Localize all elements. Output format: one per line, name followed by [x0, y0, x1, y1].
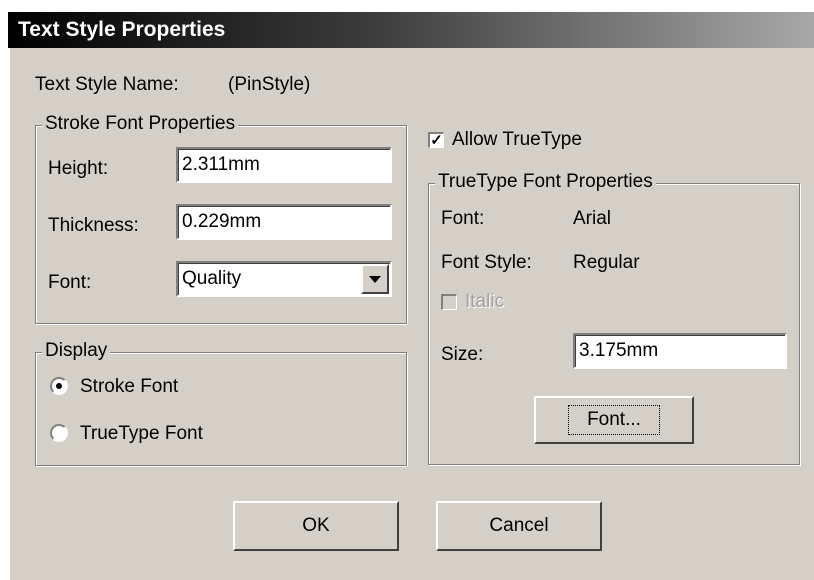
allow-truetype-checkbox[interactable]: ✓ [428, 132, 444, 148]
allow-truetype-label[interactable]: Allow TrueType [452, 129, 582, 151]
display-group [35, 352, 407, 466]
tt-font-style-value: Regular [573, 252, 640, 273]
radio-selected-dot [56, 383, 62, 389]
tt-size-input[interactable]: 3.175mm [573, 333, 787, 369]
tt-font-label: Font: [441, 208, 485, 229]
ok-button[interactable]: OK [233, 501, 399, 551]
truetype-font-legend: TrueType Font Properties [435, 171, 656, 193]
chevron-down-icon[interactable] [361, 264, 389, 294]
dialog-title: Text Style Properties [18, 18, 226, 41]
font-select-value: Quality [182, 268, 242, 289]
font-select[interactable]: Quality [176, 261, 392, 297]
style-name-label: Text Style Name: [35, 74, 179, 95]
height-label: Height: [48, 158, 109, 179]
stroke-font-radio[interactable] [50, 377, 68, 395]
display-legend: Display [42, 340, 111, 362]
height-input[interactable]: 2.311mm [176, 147, 392, 183]
stroke-font-radio-label[interactable]: Stroke Font [80, 376, 178, 398]
font-button-label: Font... [568, 405, 660, 435]
thickness-input[interactable]: 0.229mm [176, 204, 392, 240]
tt-size-label: Size: [441, 344, 484, 365]
tt-font-style-label: Font Style: [441, 252, 532, 273]
thickness-label: Thickness: [48, 215, 139, 236]
truetype-font-radio-label[interactable]: TrueType Font [80, 423, 203, 445]
font-button[interactable]: Font... [534, 396, 694, 444]
italic-label: Italic [465, 291, 505, 312]
tt-font-value: Arial [573, 208, 612, 229]
cancel-button[interactable]: Cancel [436, 501, 602, 551]
truetype-font-radio[interactable] [50, 424, 68, 442]
font-label: Font: [48, 272, 92, 293]
style-name-value: (PinStyle) [228, 74, 311, 95]
italic-checkbox[interactable] [441, 294, 457, 310]
stroke-font-legend: Stroke Font Properties [42, 113, 239, 135]
